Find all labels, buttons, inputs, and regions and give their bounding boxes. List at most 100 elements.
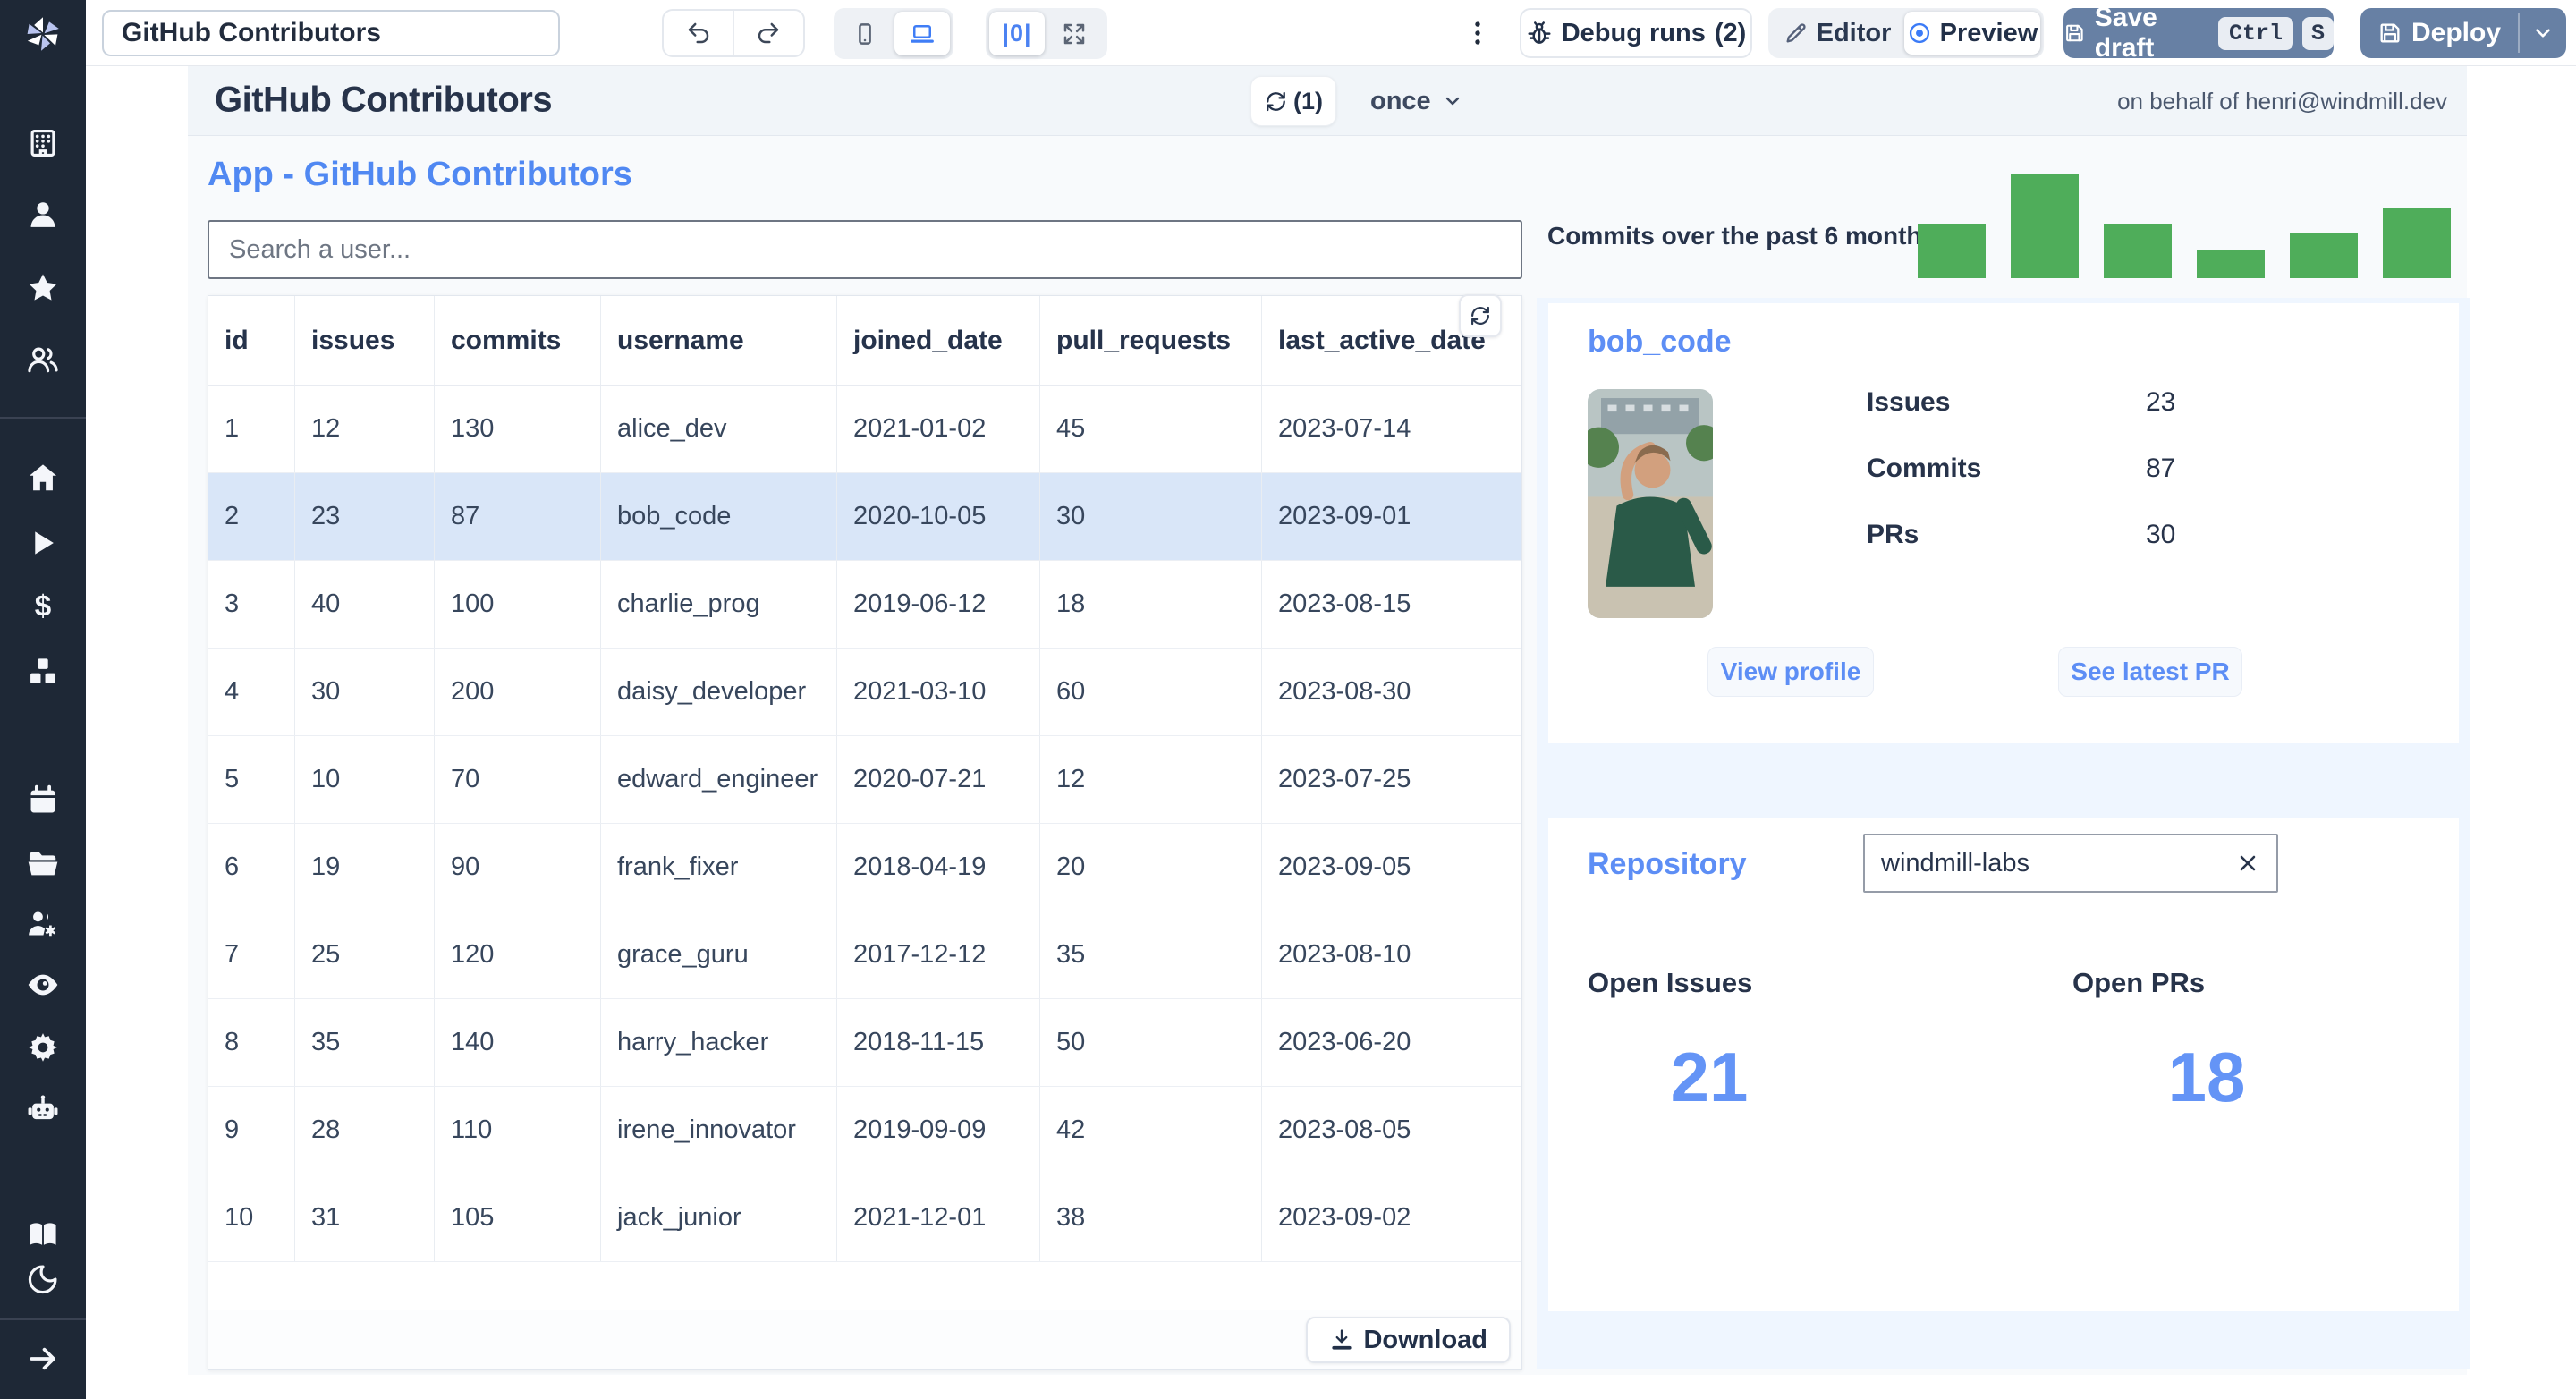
debug-runs-label: Debug runs: [1561, 18, 1706, 47]
deploy-dropdown-button[interactable]: [2520, 8, 2566, 58]
search-input[interactable]: [208, 220, 1522, 279]
table-row[interactable]: 8 35 140 harry_hacker 2018-11-15 50 2023-06-20: [208, 999, 1521, 1087]
device-toggle-group: [834, 8, 953, 59]
table-row[interactable]: 1 12 130 alice_dev 2021-01-02 45 2023-07-14: [208, 386, 1521, 473]
table-refresh-button[interactable]: [1459, 294, 1502, 337]
see-latest-pr-button[interactable]: See latest PR: [2058, 647, 2242, 697]
sidebar-item-user-icon[interactable]: [26, 198, 60, 232]
app-refresh-button[interactable]: (1): [1250, 76, 1336, 126]
table-cell: 60: [1039, 649, 1261, 735]
deploy-button[interactable]: Deploy: [2360, 8, 2518, 58]
app-header-bar: GitHub Contributors (1) once on behalf o…: [188, 66, 2467, 136]
mobile-view-button[interactable]: [837, 12, 893, 55]
save-draft-button[interactable]: Save draft Ctrl S: [2063, 3, 2334, 63]
download-button[interactable]: Download: [1306, 1317, 1511, 1363]
center-align-button[interactable]: |0|: [989, 12, 1045, 55]
sidebar-item-robot-icon[interactable]: [26, 1092, 60, 1126]
table-row[interactable]: 6 19 90 frank_fixer 2018-04-19 20 2023-09-05: [208, 824, 1521, 911]
table-row[interactable]: 3 40 100 charlie_prog 2019-06-12 18 2023-08-15: [208, 561, 1521, 649]
column-header[interactable]: issues: [294, 296, 434, 385]
commits-chart-label: Commits over the past 6 months:: [1547, 222, 1945, 250]
debug-runs-button[interactable]: Debug runs (2): [1520, 8, 1752, 58]
column-header[interactable]: pull_requests: [1039, 296, 1261, 385]
commits-bar-chart: [1918, 174, 2453, 278]
table-cell: 35: [294, 999, 434, 1086]
table-cell: 12: [1039, 736, 1261, 823]
page-title: GitHub Contributors: [215, 80, 553, 120]
commit-bar: [1918, 224, 1986, 278]
table-row[interactable]: 7 25 120 grace_guru 2017-12-12 35 2023-08-10: [208, 911, 1521, 999]
table-cell: daisy_developer: [600, 649, 836, 735]
table-row[interactable]: 10 31 105 jack_junior 2021-12-01 38 2023-09-02: [208, 1174, 1521, 1262]
redo-icon: [755, 20, 782, 47]
center-align-icon: |0|: [1002, 20, 1032, 47]
sidebar-item-building-icon[interactable]: [26, 126, 60, 160]
more-options-button[interactable]: [1460, 15, 1496, 51]
schedule-dropdown[interactable]: once: [1370, 66, 1463, 136]
table-row[interactable]: 5 10 70 edward_engineer 2020-07-21 12 2023-07-…: [208, 736, 1521, 824]
laptop-icon: [909, 21, 936, 47]
table-row[interactable]: 9 28 110 irene_innovator 2019-09-09 42 2023-08…: [208, 1087, 1521, 1174]
sidebar-item-audit-eye-icon[interactable]: [26, 968, 60, 1002]
layout-toggle-group: |0|: [986, 8, 1107, 59]
save-icon: [2063, 21, 2086, 46]
desktop-view-button[interactable]: [894, 12, 950, 55]
sidebar-item-schedules-calendar-icon[interactable]: [26, 784, 60, 818]
preview-tab[interactable]: Preview: [1904, 12, 2040, 55]
table-cell: edward_engineer: [600, 736, 836, 823]
refresh-count: (1): [1293, 87, 1323, 114]
stat-label: PRs: [1867, 520, 1919, 549]
table-cell: 2018-11-15: [836, 999, 1039, 1086]
table-cell: 28: [294, 1087, 434, 1174]
table-cell: 120: [434, 911, 600, 998]
sidebar: [0, 0, 86, 1399]
clear-x-icon[interactable]: [2235, 851, 2260, 876]
sidebar-item-home-icon[interactable]: [26, 461, 60, 495]
app-title-input[interactable]: [102, 10, 560, 56]
sidebar-item-settings-gear-icon[interactable]: [26, 1030, 60, 1064]
table-row[interactable]: 4 30 200 daisy_developer 2021-03-10 60 2023-08…: [208, 649, 1521, 736]
sidebar-item-workers-user-settings-icon[interactable]: [26, 906, 60, 940]
table-cell: 10: [225, 1203, 254, 1232]
full-width-button[interactable]: [1046, 12, 1102, 55]
kbd-s: S: [2301, 16, 2334, 50]
repository-input[interactable]: windmill-labs: [1863, 834, 2278, 893]
repository-input-value: windmill-labs: [1881, 848, 2029, 878]
view-profile-button[interactable]: View profile: [1707, 647, 1874, 697]
column-header[interactable]: username: [600, 296, 836, 385]
table-cell: 2023-08-10: [1261, 911, 1523, 998]
commit-bar: [2104, 224, 2172, 278]
stat-label: Commits: [1867, 454, 1982, 483]
sidebar-item-folders-icon[interactable]: [26, 847, 60, 881]
sidebar-item-users-icon[interactable]: [26, 343, 60, 377]
editor-tab[interactable]: Editor: [1772, 12, 1902, 55]
column-header[interactable]: id: [208, 296, 294, 385]
sidebar-item-runs-play-icon[interactable]: [26, 526, 60, 560]
download-icon: [1329, 1327, 1354, 1352]
commit-bar: [2383, 208, 2451, 278]
repository-card: Repository windmill-labs Open Issues Ope…: [1548, 818, 2459, 1311]
stat-value: 30: [2146, 520, 2176, 549]
table-row[interactable]: 2 23 87 bob_code 2020-10-05 30 2023-09-01: [208, 473, 1521, 561]
stat-value: 23: [2146, 387, 2176, 417]
table-cell: 2023-08-30: [1261, 649, 1523, 735]
sidebar-item-resources-cubes-icon[interactable]: [26, 655, 60, 689]
sidebar-item-star-icon[interactable]: [26, 271, 60, 305]
table-cell: 2023-08-05: [1261, 1087, 1523, 1174]
table-cell: alice_dev: [600, 386, 836, 472]
sidebar-item-dollar-icon[interactable]: [26, 590, 60, 624]
column-header[interactable]: commits: [434, 296, 600, 385]
sidebar-item-docs-book-icon[interactable]: [26, 1217, 60, 1251]
refresh-icon: [1264, 89, 1288, 114]
commit-bar: [2197, 250, 2265, 278]
chevron-down-icon: [1442, 90, 1463, 112]
table-cell: 2023-07-14: [1261, 386, 1523, 472]
windmill-logo[interactable]: [21, 13, 64, 55]
column-header[interactable]: joined_date: [836, 296, 1039, 385]
redo-button[interactable]: [733, 11, 804, 55]
undo-button[interactable]: [664, 11, 733, 55]
sidebar-expand-arrow-icon[interactable]: [26, 1342, 60, 1376]
deploy-label: Deploy: [2411, 18, 2502, 47]
dark-mode-moon-icon[interactable]: [26, 1262, 60, 1296]
app-preview-frame: GitHub Contributors (1) once on behalf o…: [188, 66, 2470, 1375]
